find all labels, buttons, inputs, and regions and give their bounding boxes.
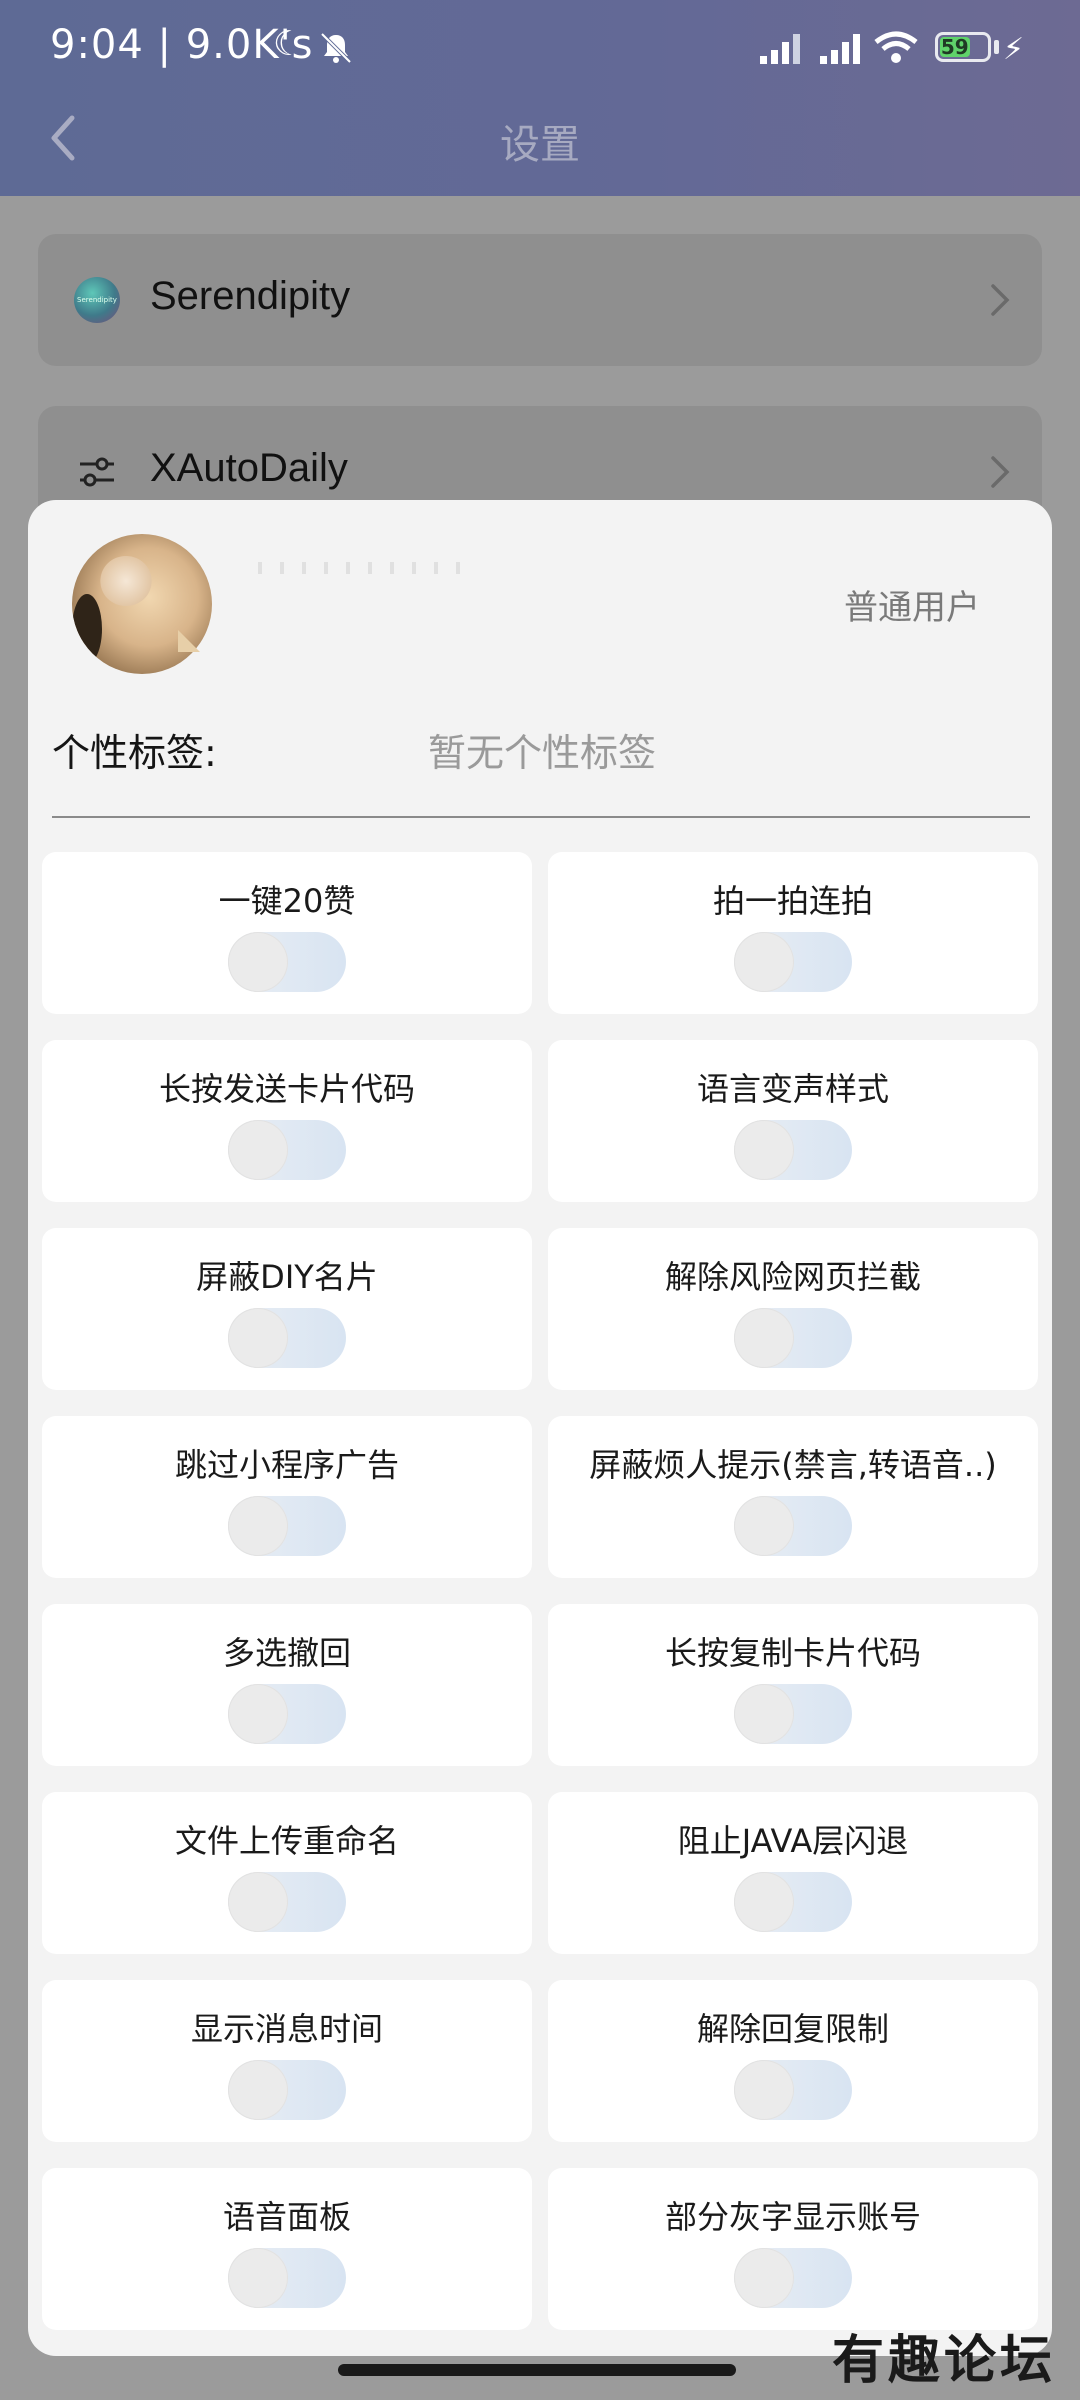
toggle-switch[interactable] <box>228 1496 346 1556</box>
toggle-label: 长按发送卡片代码 <box>158 1070 415 1108</box>
signature-label: 个性标签: <box>52 731 217 775</box>
toggle-label: 屏蔽烦人提示(禁言,转语音..) <box>589 1446 997 1484</box>
chevron-right-icon <box>991 284 1010 316</box>
home-indicator[interactable] <box>338 2364 736 2376</box>
serendipity-row[interactable]: Serendipity Serendipity <box>38 234 1042 366</box>
toggle-card[interactable]: 阻止JAVA层闪退 <box>548 1792 1038 1954</box>
toggle-card[interactable]: 显示消息时间 <box>42 1980 532 2142</box>
toggle-card[interactable]: 解除风险网页拦截 <box>548 1228 1038 1390</box>
toggle-label: 多选撤回 <box>222 1634 351 1672</box>
toggle-switch[interactable] <box>734 1308 852 1368</box>
toggle-card[interactable]: 文件上传重命名 <box>42 1792 532 1954</box>
settings-sheet: 普通用户 个性标签: 暂无个性标签 一键20赞 拍一拍连拍 长按发送卡片代码 语… <box>28 500 1052 2356</box>
toggle-switch[interactable] <box>734 2248 852 2308</box>
battery-level: 59 <box>940 35 970 59</box>
toggle-switch[interactable] <box>734 1120 852 1180</box>
serendipity-label: Serendipity <box>150 274 351 318</box>
toggle-switch[interactable] <box>228 2060 346 2120</box>
toggle-card[interactable]: 长按复制卡片代码 <box>548 1604 1038 1766</box>
toggle-knob <box>228 1308 288 1368</box>
toggle-knob <box>734 1120 794 1180</box>
toggle-label: 语言变声样式 <box>696 1070 889 1108</box>
avatar[interactable] <box>72 534 212 674</box>
toggle-knob <box>228 932 288 992</box>
toggle-card[interactable]: 一键20赞 <box>42 852 532 1014</box>
toggle-switch[interactable] <box>228 1684 346 1744</box>
moon-icon: ☾ <box>273 24 304 64</box>
signal-icon <box>820 34 860 64</box>
toggle-label: 屏蔽DIY名片 <box>196 1258 378 1296</box>
toggle-card[interactable]: 解除回复限制 <box>548 1980 1038 2142</box>
charging-icon: ⚡ <box>1003 32 1025 67</box>
toggle-knob <box>228 1684 288 1744</box>
toggle-card[interactable]: 部分灰字显示账号 <box>548 2168 1038 2330</box>
divider <box>52 816 1030 818</box>
toggle-switch[interactable] <box>734 932 852 992</box>
toggle-knob <box>228 1120 288 1180</box>
signal-icon <box>760 34 800 64</box>
toggle-label: 文件上传重命名 <box>174 1822 399 1860</box>
toggle-label: 部分灰字显示账号 <box>664 2198 921 2236</box>
toggle-switch[interactable] <box>228 932 346 992</box>
toggle-switch[interactable] <box>734 1496 852 1556</box>
toggle-card[interactable]: 语言变声样式 <box>548 1040 1038 1202</box>
toggle-switch[interactable] <box>228 2248 346 2308</box>
toggle-label: 显示消息时间 <box>190 2010 383 2048</box>
wifi-icon <box>874 31 918 63</box>
chevron-right-icon <box>991 456 1010 488</box>
toggle-card[interactable]: 跳过小程序广告 <box>42 1416 532 1578</box>
toggle-knob <box>734 1308 794 1368</box>
toggle-switch[interactable] <box>228 1120 346 1180</box>
toggle-label: 跳过小程序广告 <box>174 1446 399 1484</box>
username-blurred <box>258 562 478 574</box>
toggle-knob <box>734 1872 794 1932</box>
battery-cap <box>994 40 999 54</box>
toggle-label: 阻止JAVA层闪退 <box>677 1822 909 1860</box>
toggle-card[interactable]: 拍一拍连拍 <box>548 852 1038 1014</box>
toggle-knob <box>228 1872 288 1932</box>
toggle-knob <box>734 2248 794 2308</box>
toggle-switch[interactable] <box>734 1872 852 1932</box>
watermark: 有趣论坛 <box>832 2330 1057 2391</box>
battery-icon: 59 <box>935 32 991 62</box>
toggle-knob <box>734 932 794 992</box>
toggle-switch[interactable] <box>734 2060 852 2120</box>
toggle-label: 拍一拍连拍 <box>712 882 873 920</box>
toggle-switch[interactable] <box>228 1308 346 1368</box>
app-header: 9:04 | 9.0K's ☾ 59 ⚡ 设置 <box>0 0 1080 196</box>
toggle-knob <box>734 1496 794 1556</box>
toggle-switch[interactable] <box>228 1872 346 1932</box>
toggle-label: 解除回复限制 <box>696 2010 889 2048</box>
toggle-label: 解除风险网页拦截 <box>664 1258 921 1296</box>
toggle-card[interactable]: 屏蔽烦人提示(禁言,转语音..) <box>548 1416 1038 1578</box>
toggle-card[interactable]: 语音面板 <box>42 2168 532 2330</box>
toggle-card[interactable]: 屏蔽DIY名片 <box>42 1228 532 1390</box>
toggle-label: 语音面板 <box>222 2198 351 2236</box>
toggle-knob <box>228 2060 288 2120</box>
toggle-switch[interactable] <box>734 1684 852 1744</box>
bell-muted-icon <box>320 32 352 64</box>
toggle-card[interactable]: 多选撤回 <box>42 1604 532 1766</box>
xautodaily-label: XAutoDaily <box>150 446 348 490</box>
serendipity-app-icon: Serendipity <box>74 277 120 323</box>
toggle-knob <box>734 1684 794 1744</box>
toggle-card[interactable]: 长按发送卡片代码 <box>42 1040 532 1202</box>
toggle-label: 一键20赞 <box>218 882 356 920</box>
user-role-badge: 普通用户 <box>844 588 980 628</box>
sliders-icon <box>80 457 114 487</box>
toggle-knob <box>228 2248 288 2308</box>
signature-value[interactable]: 暂无个性标签 <box>428 722 656 777</box>
toggle-knob <box>228 1496 288 1556</box>
toggle-knob <box>734 2060 794 2120</box>
page-title: 设置 <box>500 122 580 168</box>
toggle-label: 长按复制卡片代码 <box>664 1634 921 1672</box>
